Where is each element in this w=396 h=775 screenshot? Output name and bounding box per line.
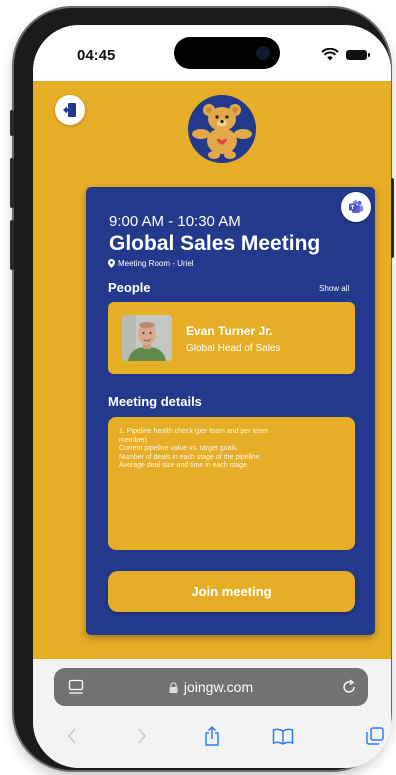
browser-nav-row [33, 722, 391, 752]
details-line: Number of deals in each stage of the pip… [119, 453, 262, 461]
meeting-details-box: 1. Pipeline health check (per team and p… [108, 417, 355, 550]
person-card[interactable]: Evan Turner Jr. Global Head of Sales [108, 302, 355, 374]
dynamic-island [174, 37, 280, 69]
meeting-details-heading: Meeting details [108, 394, 202, 409]
url-text: joingw.com [183, 679, 254, 695]
status-bar: 04:45 [33, 25, 391, 81]
details-line: Average deal size and time in each stage… [119, 462, 249, 470]
tabs-icon [366, 727, 384, 745]
person-role: Global Head of Sales [186, 343, 281, 354]
meeting-room-label: Meeting Room - Uriel [118, 259, 194, 268]
mute-switch [10, 110, 14, 136]
back-arrow-icon [67, 728, 76, 744]
door-exit-icon [63, 103, 76, 117]
browser-toolbar: joingw.com [33, 659, 391, 768]
details-line: 1. Pipeline health check (per team and p… [119, 428, 269, 435]
lock-icon [169, 681, 178, 693]
teams-button[interactable] [341, 192, 371, 222]
person-name: Evan Turner Jr. [186, 324, 273, 338]
join-meeting-button[interactable]: Join meeting [108, 571, 355, 612]
share-icon [205, 725, 219, 746]
url-display: joingw.com [54, 668, 368, 706]
person-photo [122, 315, 172, 361]
meeting-title: Global Sales Meeting [109, 232, 321, 255]
url-bar[interactable]: joingw.com [54, 668, 368, 706]
wifi-icon [321, 48, 339, 61]
avatar [122, 315, 172, 361]
show-all-link[interactable]: Show all [319, 284, 349, 293]
battery-icon [346, 50, 370, 60]
bookmarks-button[interactable] [269, 722, 297, 750]
bookmarks-icon [272, 728, 294, 745]
phone-frame: 04:45 9:00 AM - 10:30 AM Global Sales Me… [10, 8, 394, 770]
tabs-button[interactable] [361, 722, 389, 750]
status-time: 04:45 [77, 47, 116, 64]
volume-down-button [10, 220, 14, 270]
screen: 04:45 9:00 AM - 10:30 AM Global Sales Me… [33, 25, 391, 768]
details-line: Current pipeline value vs. target goals. [119, 445, 239, 453]
share-button[interactable] [198, 722, 226, 750]
forward-arrow-icon [138, 728, 147, 744]
exit-button[interactable] [55, 95, 85, 125]
back-button[interactable] [58, 722, 86, 750]
forward-button[interactable] [128, 722, 156, 750]
front-camera [256, 46, 270, 60]
reload-icon[interactable] [340, 678, 358, 696]
volume-up-button [10, 158, 14, 208]
meeting-room: Meeting Room - Uriel [108, 259, 194, 268]
meeting-time-range: 9:00 AM - 10:30 AM [109, 213, 241, 230]
people-heading: People [108, 280, 151, 295]
microsoft-teams-icon [349, 200, 363, 213]
teddy-bear-logo [188, 95, 256, 163]
details-line: member) [119, 436, 148, 444]
location-pin-icon [108, 259, 115, 268]
